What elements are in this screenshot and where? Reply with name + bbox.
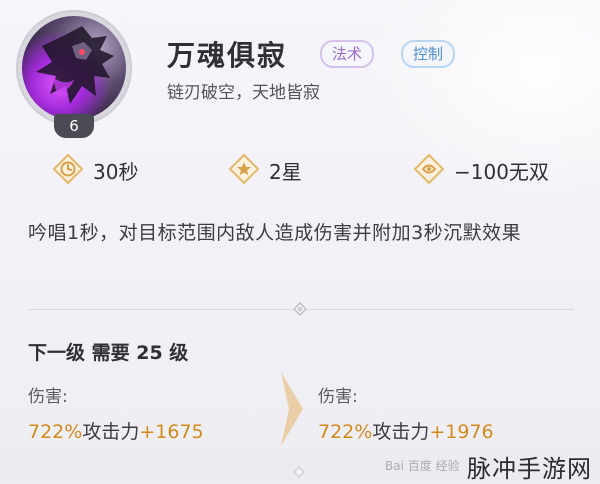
chevron-right-icon bbox=[281, 372, 303, 446]
site-watermark: 脉冲手游网 bbox=[467, 455, 592, 483]
star-value: 2星 bbox=[269, 160, 302, 184]
star-icon bbox=[229, 154, 259, 184]
bottom-diamond-icon bbox=[293, 466, 305, 478]
next-damage-bonus: +1976 bbox=[429, 421, 494, 443]
clock-icon bbox=[53, 154, 83, 184]
skill-avatar[interactable]: 6 bbox=[16, 10, 132, 138]
baidu-watermark: Bai 百度 经验 bbox=[385, 459, 460, 473]
skill-name: 万魂俱寂 bbox=[167, 39, 288, 72]
tag-control: 控制 bbox=[401, 40, 456, 68]
current-damage-bonus: +1675 bbox=[139, 421, 204, 443]
level-badge: 6 bbox=[54, 114, 94, 138]
next-damage-percent: 722% bbox=[318, 421, 373, 443]
divider-diamond-icon bbox=[293, 302, 307, 316]
skill-subtitle: 链刃破空，天地皆寂 bbox=[167, 83, 320, 103]
next-damage-label: 伤害: bbox=[318, 387, 358, 407]
current-damage-value: 722%攻击力+1675 bbox=[28, 417, 204, 444]
skill-card: 6 万魂俱寂 法术 控制 链刃破空，天地皆寂 30秒 2星 −100无双 吟唱1… bbox=[0, 0, 600, 448]
skill-description: 吟唱1秒，对目标范围内敌人造成伤害并附加3秒沉默效果 bbox=[28, 222, 522, 244]
current-damage-attack: 攻击力 bbox=[82, 421, 140, 443]
dragon-portrait-icon bbox=[22, 16, 126, 120]
next-level-requirement: 下一级 需要 25 级 bbox=[28, 342, 189, 364]
tag-magic: 法术 bbox=[320, 40, 375, 68]
current-damage-label: 伤害: bbox=[28, 387, 68, 407]
cooldown-value: 30秒 bbox=[93, 160, 139, 184]
current-damage-percent: 722% bbox=[28, 421, 83, 443]
musou-gauge-icon bbox=[414, 154, 444, 184]
cost-value: −100无双 bbox=[454, 160, 549, 184]
next-damage-value: 722%攻击力+1976 bbox=[318, 417, 494, 444]
next-damage-attack: 攻击力 bbox=[372, 421, 430, 443]
